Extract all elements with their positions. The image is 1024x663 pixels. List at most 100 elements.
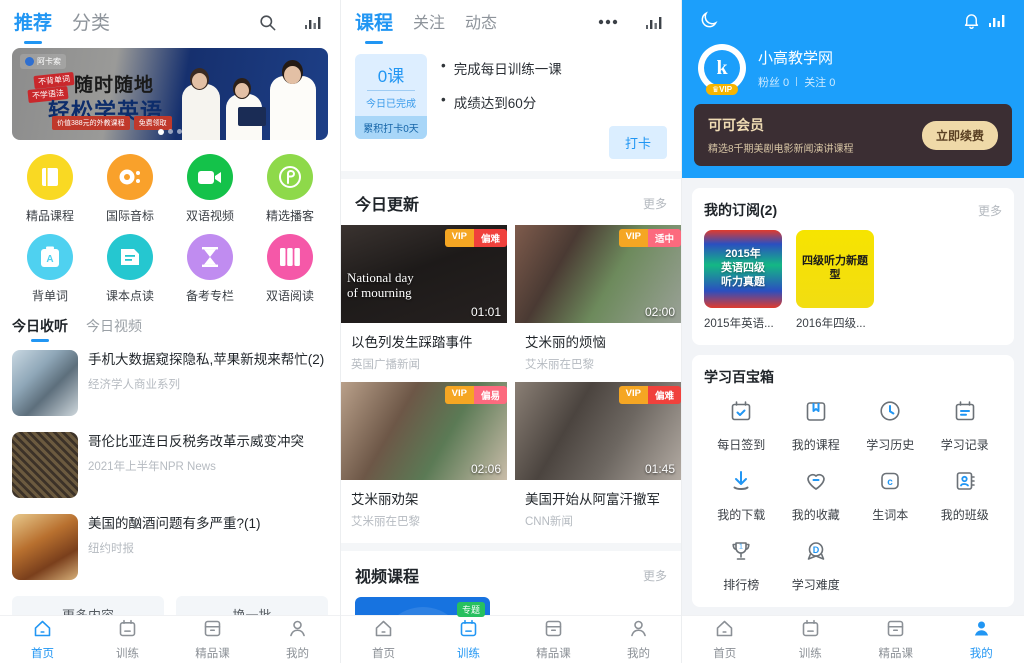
video-card[interactable]: VIP 偏易 02:06 艾米丽劝架 艾米丽在巴黎 (341, 382, 507, 539)
profile-stats: 粉丝 0 关注 0 (758, 74, 835, 90)
tab-category[interactable]: 分类 (72, 8, 110, 37)
nav-item-label: 精品课 (195, 648, 230, 660)
fans-count[interactable]: 粉丝 0 (758, 74, 789, 90)
nav-item-label: 训练 (798, 648, 822, 660)
video-card[interactable]: VIP 偏难 01:45 美国开始从阿富汗撤军 CNN新闻 (515, 382, 681, 539)
tab-follow[interactable]: 关注 (413, 9, 445, 35)
tool-学习历史[interactable]: 学习历史 (853, 399, 928, 453)
video-source: 艾米丽在巴黎 (351, 516, 420, 528)
task-goal-list: • 完成每日训练一课 • 成绩达到60分 打卡 (441, 54, 667, 159)
video-course-more[interactable]: 更多 (643, 567, 667, 584)
quick-icon-1[interactable]: 国际音标 (90, 154, 170, 224)
tool-我的收藏[interactable]: 我的收藏 (779, 469, 854, 523)
task-goal: • 完成每日训练一课 (441, 58, 562, 77)
nav-item-我的[interactable]: 我的 (255, 616, 340, 663)
tab-course[interactable]: 课程 (355, 8, 393, 37)
nav-item-精品课[interactable]: 精品课 (853, 616, 939, 663)
svg-text:D: D (813, 545, 820, 555)
tab-feed[interactable]: 动态 (465, 9, 497, 35)
profile-icon (287, 618, 308, 642)
list-item-source: 纽约时报 (88, 543, 134, 556)
middle-topbar: 课程 关注 动态 (341, 0, 681, 44)
tool-我的课程[interactable]: 我的课程 (779, 399, 854, 453)
promo-banner[interactable]: 阿卡索 不背单词 不学语法 随时随地 轻松学英语 价值388元的外教课程 免费领… (12, 48, 328, 140)
profile-block[interactable]: k ♛VIP 小高教学网 粉丝 0 关注 0 (682, 40, 1024, 104)
moon-icon[interactable] (696, 7, 722, 33)
quick-icon-6[interactable]: 备考专栏 (170, 234, 250, 304)
video-caption: National day of mourning (347, 269, 414, 301)
book-icon (27, 154, 73, 200)
training-icon (800, 618, 821, 642)
c-note-icon: c (878, 469, 902, 498)
tool-生词本[interactable]: c 生词本 (853, 469, 928, 523)
quick-icon-4[interactable]: A 背单词 (10, 234, 90, 304)
tool-我的班级[interactable]: 我的班级 (928, 469, 1003, 523)
vip-tag: VIP (618, 386, 648, 404)
tool-label: 我的下载 (717, 508, 766, 522)
list-item[interactable]: 哥伦比亚连日反税务改革示威变冲突 2021年上半年NPR News (0, 424, 340, 506)
nav-item-我的[interactable]: 我的 (596, 616, 681, 663)
more-dots-icon[interactable] (595, 9, 621, 35)
video-card[interactable]: VIP 偏难 National day of mourning 01:01 以色列发生踩… (341, 225, 507, 382)
subscriptions-title: 我的订阅(2) (704, 202, 778, 218)
nav-item-精品课[interactable]: 精品课 (170, 616, 255, 663)
home-icon (32, 618, 53, 642)
quick-icon-2[interactable]: 双语视频 (170, 154, 250, 224)
nav-item-精品课[interactable]: 精品课 (511, 616, 596, 663)
tool-学习难度[interactable]: D 学习难度 (779, 539, 854, 593)
quick-icon-3[interactable]: 精选播客 (250, 154, 330, 224)
nav-item-首页[interactable]: 首页 (682, 616, 768, 663)
signal-bars-icon (300, 9, 326, 35)
bookmark-box-icon (804, 399, 828, 428)
list-item[interactable]: 手机大数据窥探隐私,苹果新规来帮忙(2) 经济学人商业系列 (0, 342, 340, 424)
sec-tab-today-listen[interactable]: 今日收听 (12, 316, 68, 342)
profile-name: 小高教学网 (758, 49, 834, 67)
today-update-more[interactable]: 更多 (643, 195, 667, 212)
course-icon (202, 618, 223, 642)
listen-video-tabs: 今日收听 今日视频 (0, 308, 340, 342)
nav-item-训练[interactable]: 训练 (768, 616, 854, 663)
vip-membership-banner[interactable]: 可可会员 精选8千期美剧电影新闻演讲课程 立即续费 (694, 104, 1012, 166)
tool-我的下载[interactable]: 我的下载 (704, 469, 779, 523)
nav-item-首页[interactable]: 首页 (0, 616, 85, 663)
quick-icon-label: 背单词 (31, 289, 68, 303)
task-streak: 累积打卡0天 (355, 116, 427, 139)
subscription-item[interactable]: 2015年 英语四级 听力真题 2015年英语... (704, 230, 782, 331)
textbook-icon (107, 234, 153, 280)
checkin-button[interactable]: 打卡 (608, 126, 667, 159)
tool-每日签到[interactable]: 每日签到 (704, 399, 779, 453)
video-duration: 01:01 (470, 305, 501, 319)
clock-icon (878, 399, 902, 428)
video-duration: 02:06 (470, 462, 501, 476)
banner-dots[interactable] (158, 129, 182, 135)
subscription-item[interactable]: 四级听力新题型 2016年四级... (796, 230, 874, 331)
video-tags: VIP 偏易 (444, 386, 507, 404)
nav-item-label: 精品课 (878, 648, 914, 660)
banner-cta-button[interactable]: 免费领取 (133, 116, 172, 130)
sec-tab-today-video[interactable]: 今日视频 (86, 316, 142, 342)
nav-item-训练[interactable]: 训练 (85, 616, 170, 663)
banner-cta[interactable]: 价值388元的外教课程 免费领取 (52, 116, 172, 130)
tab-recommend[interactable]: 推荐 (14, 8, 52, 37)
quick-icon-5[interactable]: 课本点读 (90, 234, 170, 304)
subscriptions-more[interactable]: 更多 (978, 202, 1002, 219)
subscription-cover-text: 2015年 英语四级 听力真题 (721, 248, 765, 288)
vip-banner-title: 可可会员 (708, 117, 764, 133)
avatar[interactable]: k ♛VIP (698, 44, 746, 95)
quick-icon-7[interactable]: 双语阅读 (250, 234, 330, 304)
difficulty-tag: 偏难 (647, 386, 681, 404)
video-thumbnail: VIP 偏难 National day of mourning 01:01 (341, 225, 507, 323)
bell-icon[interactable] (958, 7, 984, 33)
vip-banner-subtitle: 精选8千期美剧电影新闻演讲课程 (708, 144, 854, 155)
search-icon[interactable] (254, 9, 280, 35)
video-card[interactable]: VIP 适中 02:00 艾米丽的烦恼 艾米丽在巴黎 (515, 225, 681, 382)
quick-icon-0[interactable]: 精品课程 (10, 154, 90, 224)
nav-item-我的[interactable]: 我的 (939, 616, 1024, 663)
tool-学习记录[interactable]: 学习记录 (928, 399, 1003, 453)
list-item-source: 经济学人商业系列 (88, 379, 180, 392)
renew-button[interactable]: 立即续费 (921, 120, 998, 150)
list-item[interactable]: 美国的酗酒问题有多严重?(1) 纽约时报 (0, 506, 340, 588)
follow-count[interactable]: 关注 0 (804, 74, 835, 90)
tool-排行榜[interactable]: 1 排行榜 (704, 539, 779, 593)
tool-label: 每日签到 (717, 438, 766, 452)
